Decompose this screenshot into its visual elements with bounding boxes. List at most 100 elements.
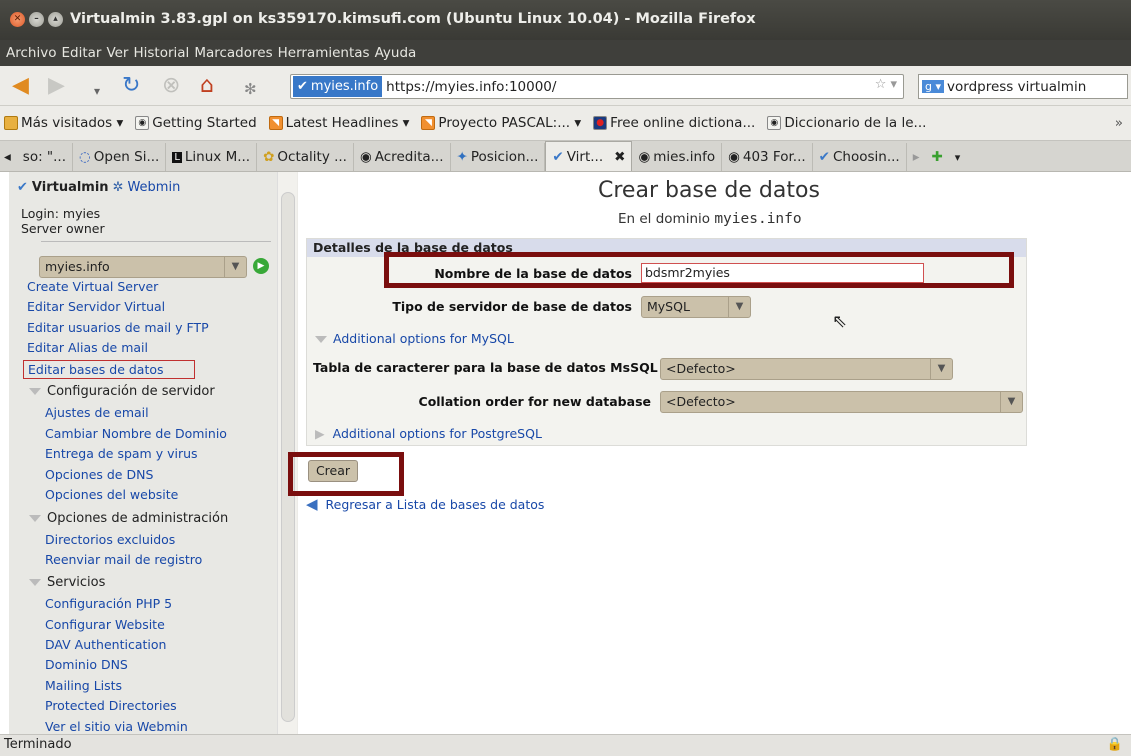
tab-bar: ◂ so: "... ◌ Open Si... L Linux M... ✿ Octa… — [0, 140, 1131, 172]
bookmark-getting-started[interactable]: ◉ Getting Started — [135, 115, 257, 131]
bookmark-latest-headlines[interactable]: ◥ Latest Headlines ▾ — [268, 115, 409, 131]
close-window-icon[interactable]: ✕ — [10, 12, 25, 27]
menu-historial[interactable]: Historial — [133, 45, 189, 61]
menu-ver[interactable]: Ver — [106, 45, 128, 61]
tab-item[interactable]: ✿ Octality ... — [257, 143, 354, 171]
postgresql-options-toggle[interactable]: ▶ Additional options for PostgreSQL — [315, 426, 542, 441]
bookmarks-overflow-icon[interactable]: » — [1115, 115, 1123, 131]
webmin-icon: ✲ — [112, 180, 124, 195]
sidebar-header: ✔ Virtualmin ✲ Webmin — [17, 180, 180, 195]
rss-icon: ◥ — [421, 116, 436, 130]
tab-item[interactable]: ✔ Choosin... — [813, 143, 907, 171]
link-mailing-lists[interactable]: Mailing Lists — [45, 678, 122, 693]
close-tab-icon[interactable]: ✖ — [614, 149, 625, 165]
link-opciones-dns[interactable]: Opciones de DNS — [45, 467, 153, 482]
bookmark-free-dictionary[interactable]: ● Free online dictiona... — [593, 115, 755, 131]
tab-item[interactable]: ◌ Open Si... — [73, 143, 167, 171]
search-box[interactable]: g ▾ vordpress virtualmin — [918, 74, 1128, 99]
expanded-triangle-icon — [29, 579, 41, 586]
collapsed-triangle-icon: ▶ — [315, 426, 325, 441]
virtualmin-tab[interactable]: Virtualmin — [32, 180, 109, 195]
link-entrega-spam[interactable]: Entrega de spam y virus — [45, 446, 198, 461]
database-type-select[interactable]: MySQL ▼ — [641, 296, 751, 318]
minimize-window-icon[interactable]: – — [29, 12, 44, 27]
domain-select[interactable]: myies.info ▼ — [39, 256, 247, 278]
bookmark-mas-visitados[interactable]: Más visitados ▾ — [4, 115, 123, 131]
link-configurar-website[interactable]: Configurar Website — [45, 617, 165, 632]
tab-scroll-right-icon[interactable]: ▸ — [907, 143, 926, 171]
collation-select[interactable]: <Defecto> ▼ — [660, 391, 1023, 413]
page-icon: ◉ — [767, 116, 782, 130]
address-bar[interactable]: ✔ myies.info https://myies.info:10000/ ☆ … — [290, 74, 904, 99]
link-editar-usuarios-mail[interactable]: Editar usuarios de mail y FTP — [27, 320, 209, 335]
menu-editar[interactable]: Editar — [61, 45, 101, 61]
link-protected-directories[interactable]: Protected Directories — [45, 698, 177, 713]
page-icon: ◉ — [728, 149, 740, 165]
tab-list-icon[interactable]: ▾ — [949, 143, 967, 171]
menu-ayuda[interactable]: Ayuda — [375, 45, 417, 61]
bookmark-diccionario[interactable]: ◉ Diccionario de la le... — [767, 115, 926, 131]
charset-select[interactable]: <Defecto> ▼ — [660, 358, 953, 380]
highlight-box-name — [384, 252, 1014, 288]
link-cambiar-nombre-dominio[interactable]: Cambiar Nombre de Dominio — [45, 426, 227, 441]
tab-item[interactable]: ◉ 403 For... — [722, 143, 813, 171]
reload-icon[interactable]: ↻ — [122, 75, 140, 97]
link-opciones-website[interactable]: Opciones del website — [45, 487, 178, 502]
webmin-tab[interactable]: Webmin — [127, 180, 180, 195]
webmin-sidebar: ✔ Virtualmin ✲ Webmin Login: myies Serve… — [0, 172, 297, 734]
bookmark-star-icon[interactable]: ☆ ▾ — [875, 77, 897, 92]
check-icon: ✔ — [297, 79, 308, 94]
back-arrow-icon: ◀ — [306, 495, 318, 513]
menu-archivo[interactable]: Archivo — [6, 45, 56, 61]
chevron-down-icon: ▼ — [728, 297, 750, 317]
home-icon[interactable]: ⌂ — [200, 75, 214, 97]
back-to-database-list-link[interactable]: ◀ Regresar a Lista de bases de datos — [306, 495, 544, 513]
link-editar-servidor-virtual[interactable]: Editar Servidor Virtual — [27, 299, 165, 314]
label-charset: Tabla de caracterer para la base de dato… — [313, 360, 658, 375]
forward-arrow-icon[interactable]: ▶ — [48, 75, 65, 97]
tab-item[interactable]: ◉ mies.info — [632, 143, 723, 171]
site-identity[interactable]: ✔ myies.info — [293, 76, 383, 97]
link-editar-alias-mail[interactable]: Editar Alias de mail — [27, 340, 148, 355]
menubar: Archivo Editar Ver Historial Marcadores … — [0, 40, 1131, 66]
expanded-triangle-icon — [29, 388, 41, 395]
section-configuracion[interactable]: Configuración de servidor — [29, 384, 215, 399]
tab-item[interactable]: ✦ Posicion... — [451, 143, 546, 171]
link-editar-bases-datos[interactable]: Editar bases de datos — [23, 360, 195, 379]
check-icon: ✔ — [818, 149, 830, 165]
link-ajustes-email[interactable]: Ajustes de email — [45, 405, 149, 420]
menu-marcadores[interactable]: Marcadores — [194, 45, 272, 61]
maximize-window-icon[interactable]: ▴ — [48, 12, 63, 27]
navigation-toolbar: ◀ ▶ ▾ ↻ ⊗ ⌂ ✻ ✔ myies.info https://myies.… — [0, 66, 1131, 106]
dictionary-icon: ● — [593, 116, 608, 130]
search-engine-icon[interactable]: g ▾ — [922, 80, 945, 93]
back-arrow-icon[interactable]: ◀ — [12, 75, 29, 97]
page-icon: ◉ — [638, 149, 651, 165]
link-directorios-excluidos[interactable]: Directorios excluidos — [45, 532, 175, 547]
rss-icon: ◥ — [268, 116, 283, 130]
tab-item[interactable]: L Linux M... — [166, 143, 258, 171]
expanded-triangle-icon — [315, 336, 327, 343]
tab-item[interactable]: ◉ Acredita... — [354, 143, 451, 171]
section-servicios[interactable]: Servicios — [29, 575, 105, 590]
bookmark-proyecto-pascal[interactable]: ◥ Proyecto PASCAL:... ▾ — [421, 115, 581, 131]
tab-item[interactable]: so: "... — [17, 143, 73, 171]
link-ver-sitio-webmin[interactable]: Ver el sitio via Webmin — [45, 719, 188, 734]
link-dominio-dns[interactable]: Dominio DNS — [45, 657, 128, 672]
main-content: Crear base de datos En el dominio myies.… — [288, 172, 1131, 734]
section-administracion[interactable]: Opciones de administración — [29, 511, 228, 526]
link-create-virtual-server[interactable]: Create Virtual Server — [27, 279, 158, 294]
tab-virtualmin[interactable]: ✔ Virt... ✖ — [545, 141, 633, 171]
history-dropdown-icon[interactable]: ▾ — [94, 80, 100, 102]
link-dav-authentication[interactable]: DAV Authentication — [45, 637, 166, 652]
new-tab-icon[interactable]: ✚ — [925, 143, 948, 171]
go-icon[interactable]: ▶ — [253, 258, 269, 274]
addon-icon[interactable]: ✻ — [244, 78, 257, 100]
link-reenviar-mail[interactable]: Reenviar mail de registro — [45, 552, 202, 567]
mysql-options-toggle[interactable]: Additional options for MySQL — [315, 331, 514, 346]
menu-herramientas[interactable]: Herramientas — [278, 45, 370, 61]
stop-icon[interactable]: ⊗ — [162, 75, 180, 97]
link-configuracion-php[interactable]: Configuración PHP 5 — [45, 596, 172, 611]
bookmarks-toolbar: Más visitados ▾ ◉ Getting Started ◥ Latest… — [0, 106, 1131, 140]
tab-scroll-left-icon[interactable]: ◂ — [0, 143, 17, 171]
